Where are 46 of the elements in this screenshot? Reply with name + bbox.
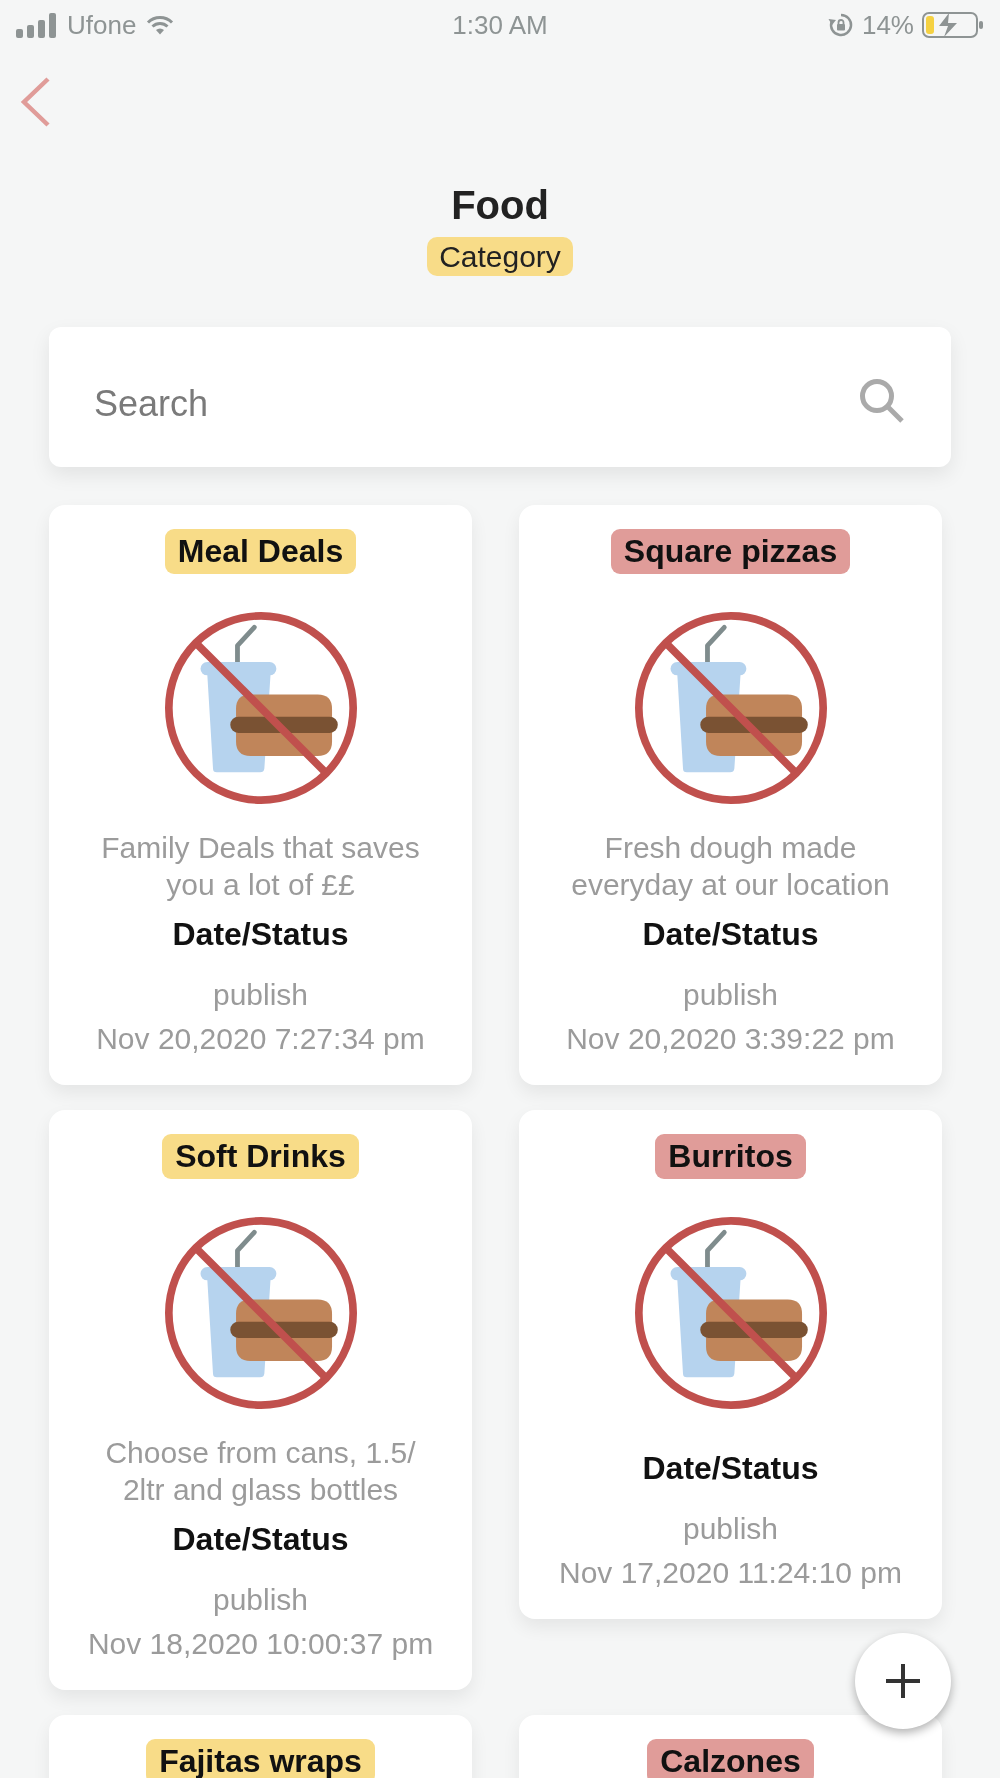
status-text: publish [212, 977, 309, 1013]
status-text: publish [212, 1582, 309, 1618]
date-text: Nov 17,2020 11:24:10 pm [559, 1555, 902, 1591]
item-name-tag: Soft Drinks [162, 1134, 359, 1179]
item-name-tag: Meal Deals [164, 529, 357, 574]
carrier-name: Ufone [67, 10, 137, 40]
item-card[interactable]: Meal Deals Family Deals that saves you a lot of ££ Date/Status publish Nov 20,2020 7:27:34 pm [49, 505, 472, 1085]
no-food-icon [634, 612, 827, 804]
clock-time: 1:30 AM [452, 10, 548, 40]
date-status-label: Date/Status [642, 1449, 819, 1488]
item-card[interactable]: Square pizzas Fresh dough made everyday at our location Date/Status publish Nov 20,2020 3:39:22 pm [519, 505, 942, 1085]
add-button[interactable] [855, 1633, 951, 1729]
chevron-left-icon [19, 76, 51, 128]
item-card[interactable]: Burritos Date/Status publish Nov 17,2020 11:24:10 pm [519, 1110, 942, 1619]
rotation-lock-icon [827, 12, 854, 38]
no-food-icon [164, 1217, 357, 1409]
item-card[interactable]: Soft Drinks Choose from cans, 1.5/2ltr and glass bottles Date/Status publish Nov 18,2020 10:00:37 pm [49, 1110, 472, 1690]
battery-icon [922, 12, 984, 38]
date-text: Nov 20,2020 3:39:22 pm [566, 1021, 895, 1057]
no-food-icon [634, 1217, 827, 1409]
page-title: Food [451, 182, 549, 228]
item-name-tag: Square pizzas [610, 529, 851, 574]
search-icon[interactable] [859, 378, 904, 423]
signal-icon [16, 12, 57, 38]
item-card[interactable]: Fajitas wraps [49, 1715, 472, 1778]
wifi-icon [146, 15, 175, 35]
item-name-tag: Burritos [655, 1134, 806, 1179]
date-text: Nov 20,2020 7:27:34 pm [96, 1021, 425, 1057]
status-text: publish [682, 977, 779, 1013]
item-description: Family Deals that saves you a lot of ££ [100, 830, 421, 903]
back-button[interactable] [19, 76, 51, 128]
search-field[interactable]: Search [49, 327, 951, 467]
item-description: Choose from cans, 1.5/2ltr and glass bottles [104, 1435, 417, 1508]
date-status-label: Date/Status [172, 915, 349, 954]
item-name-tag: Calzones [647, 1739, 814, 1778]
page-type-tag: Category [427, 237, 573, 276]
item-card[interactable]: Calzones [519, 1715, 942, 1778]
date-text: Nov 18,2020 10:00:37 pm [87, 1626, 434, 1662]
date-status-label: Date/Status [642, 915, 819, 954]
item-name-tag: Fajitas wraps [146, 1739, 375, 1778]
plus-icon [886, 1664, 920, 1698]
item-description: Fresh dough made everyday at our location [570, 830, 891, 903]
status-text: publish [682, 1511, 779, 1547]
battery-percentage: 14% [861, 10, 914, 40]
no-food-icon [164, 612, 357, 804]
date-status-label: Date/Status [172, 1520, 349, 1559]
